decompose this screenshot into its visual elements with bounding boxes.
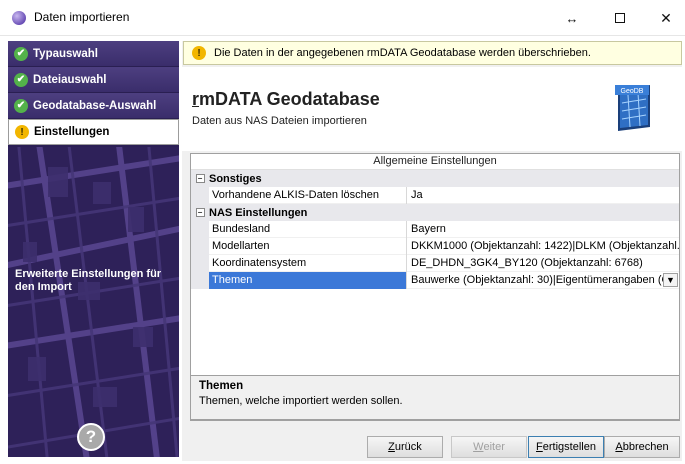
maximize-button[interactable] (597, 0, 643, 36)
city-map-background (8, 147, 179, 457)
property-value[interactable]: DE_DHDN_3GK4_BY120 (Objektanzahl: 6768) (407, 255, 679, 272)
maximize-icon (615, 13, 625, 23)
cancel-button[interactable]: Abbrechen (604, 436, 680, 458)
description-text: Themen, welche importiert werden sollen. (199, 395, 403, 407)
property-name: Bundesland (209, 220, 407, 238)
category-sonstiges[interactable]: − Sonstiges (191, 170, 679, 187)
property-value[interactable]: Bayern (407, 221, 679, 238)
property-row[interactable]: Modellarten DKKM1000 (Objektanzahl: 1422… (191, 237, 679, 255)
property-name: Vorhandene ALKIS-Daten löschen (209, 186, 407, 204)
resize-icon[interactable]: ↔ (552, 0, 592, 36)
category-label: Sonstiges (209, 172, 262, 185)
step-einstellungen[interactable]: ! Einstellungen (8, 119, 179, 145)
geodb-logo-label: GeoDB (621, 88, 644, 95)
help-button[interactable]: ? (77, 423, 105, 451)
info-bar: ! Die Daten in der angegebenen rmDATA Ge… (183, 41, 682, 65)
property-row[interactable]: Koordinatensystem DE_DHDN_3GK4_BY120 (Ob… (191, 254, 679, 272)
step-description: Erweiterte Einstellungen für den Import (15, 268, 162, 293)
step-label: Einstellungen (34, 126, 110, 138)
main-panel: ! Die Daten in der angegebenen rmDATA Ge… (182, 41, 682, 461)
collapse-icon[interactable]: − (191, 208, 209, 217)
check-icon: ✔ (14, 72, 28, 87)
property-value[interactable]: DKKM1000 (Objektanzahl: 1422)|DLKM (Obje… (407, 238, 679, 255)
step-geodatabase-auswahl[interactable]: ✔ Geodatabase-Auswahl (8, 93, 179, 119)
property-row[interactable]: Bundesland Bayern (191, 220, 679, 238)
property-value[interactable]: Bauwerke (Objektanzahl: 30)|Eigentümeran… (407, 272, 679, 289)
collapse-icon[interactable]: − (191, 174, 209, 183)
wizard-steps: ✔ Typauswahl ✔ Dateiauswahl ✔ Geodatabas… (8, 41, 179, 145)
step-label: Dateiauswahl (33, 73, 107, 86)
step-typauswahl[interactable]: ✔ Typauswahl (8, 41, 179, 67)
step-label: Typauswahl (33, 47, 98, 60)
geodb-logo: GeoDB (615, 85, 650, 131)
property-row[interactable]: Vorhandene ALKIS-Daten löschen Ja (191, 186, 679, 204)
title-bar: Daten importieren ↔ ✕ (0, 0, 685, 36)
property-name: Koordinatensystem (209, 254, 407, 272)
check-icon: ✔ (14, 46, 28, 61)
check-icon: ✔ (14, 98, 28, 113)
step-dateiauswahl[interactable]: ✔ Dateiauswahl (8, 67, 179, 93)
wizard-sidebar: ✔ Typauswahl ✔ Dateiauswahl ✔ Geodatabas… (8, 41, 179, 457)
info-icon: ! (192, 46, 206, 60)
property-value-text: Bauwerke (Objektanzahl: 30)|Eigentümeran… (411, 273, 673, 286)
grid-heading: Allgemeine Einstellungen (191, 154, 679, 170)
dropdown-arrow-icon[interactable]: ▼ (663, 272, 678, 287)
category-nas-einstellungen[interactable]: − NAS Einstellungen (191, 204, 679, 221)
description-title: Themen (199, 380, 244, 392)
category-label: NAS Einstellungen (209, 206, 308, 219)
app-icon (12, 11, 26, 25)
page-subtitle: Daten aus NAS Dateien importieren (192, 115, 367, 127)
property-name: Themen (209, 271, 407, 289)
description-box: Themen Themen, welche importiert werden … (190, 375, 680, 420)
property-row-selected[interactable]: Themen Bauwerke (Objektanzahl: 30)|Eigen… (191, 271, 679, 289)
step-label: Geodatabase-Auswahl (33, 99, 157, 112)
back-button[interactable]: Zurück (367, 436, 443, 458)
page-title: rmDATA Geodatabase (192, 89, 380, 109)
close-button[interactable]: ✕ (643, 0, 685, 36)
next-button[interactable]: Weiter (451, 436, 527, 458)
warning-icon: ! (15, 125, 29, 139)
info-message: Die Daten in der angegebenen rmDATA Geod… (214, 47, 591, 59)
property-name: Modellarten (209, 237, 407, 255)
property-value[interactable]: Ja (407, 187, 679, 204)
page-header: rmDATA Geodatabase Daten aus NAS Dateien… (182, 67, 682, 151)
finish-button[interactable]: Fertigstellen (528, 436, 604, 458)
window-title: Daten importieren (34, 10, 130, 24)
